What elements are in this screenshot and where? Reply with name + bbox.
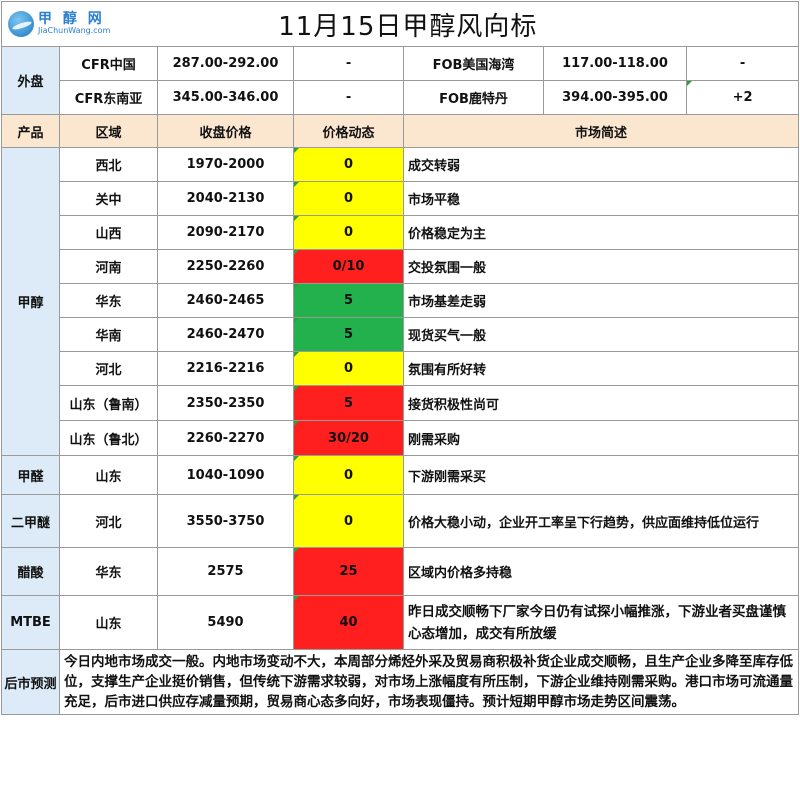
region-cell: 关中 [58, 181, 159, 216]
table-row: 山东（鲁北） 2260-2270 30/20 刚需采购 [2, 420, 800, 456]
outer-price: 287.00-292.00 [157, 46, 295, 81]
globe-icon [8, 11, 34, 37]
price-change-cell: 0 [293, 351, 405, 386]
outer-price: 394.00-395.00 [543, 80, 688, 115]
close-price-cell: 2260-2270 [157, 420, 295, 456]
region-cell: 河南 [58, 249, 159, 284]
region-cell: 华东 [58, 283, 159, 318]
close-price-cell: 3550-3750 [157, 494, 295, 548]
close-price-cell: 2460-2470 [157, 317, 295, 352]
outer-change: - [293, 46, 405, 81]
table-row: 关中 2040-2130 0 市场平稳 [2, 181, 800, 216]
market-summary-cell: 刚需采购 [403, 420, 800, 456]
close-price-cell: 2090-2170 [157, 215, 295, 250]
price-change-cell: 0 [293, 147, 405, 182]
market-summary-cell: 成交转弱 [403, 147, 800, 182]
market-summary-cell: 接货积极性尚可 [403, 385, 800, 421]
close-price-cell: 1970-2000 [157, 147, 295, 182]
close-price-cell: 2460-2465 [157, 283, 295, 318]
market-summary-cell: 区域内价格多持稳 [403, 547, 800, 596]
logo-name: 甲 醇 网 [38, 11, 105, 28]
region-cell: 山西 [58, 215, 159, 250]
outer-change: - [293, 80, 405, 115]
product-name: MTBE [1, 595, 60, 650]
table-row: 甲醛 山东 1040-1090 0 下游刚需采买 [1, 455, 800, 495]
market-summary-cell: 市场基差走弱 [403, 283, 800, 318]
market-summary-cell: 氛围有所好转 [403, 351, 800, 386]
table-row: 河南 2250-2260 0/10 交投氛围一般 [2, 249, 800, 284]
region-cell: 山东 [58, 455, 159, 495]
close-price-cell: 2575 [157, 547, 295, 596]
logo-cell: 甲 醇 网 JiaChunWang.com [0, 1, 158, 47]
price-change-cell: 0 [293, 494, 405, 548]
table-row: 山西 2090-2170 0 价格稳定为主 [2, 215, 800, 250]
region-cell: 西北 [58, 147, 159, 182]
table-row: 河北 2216-2216 0 氛围有所好转 [2, 351, 800, 386]
product-name: 二甲醚 [1, 494, 60, 548]
price-change-cell: 5 [293, 317, 405, 352]
price-change-cell: 5 [293, 385, 405, 421]
close-price-cell: 2250-2260 [157, 249, 295, 284]
outer-name: CFR中国 [58, 46, 159, 81]
region-cell: 山东（鲁北） [58, 420, 159, 456]
header-close-price: 收盘价格 [157, 114, 295, 148]
product-name: 甲醛 [1, 455, 60, 495]
outer-price: 345.00-346.00 [157, 80, 295, 115]
outer-market-label: 外盘 [1, 46, 60, 115]
price-change-cell: 0 [293, 215, 405, 250]
page-title: 11月15日甲醇风向标 [157, 1, 800, 47]
table-row: 甲醇 西北 1970-2000 0 成交转弱 [1, 147, 800, 456]
market-summary-cell: 价格稳定为主 [403, 215, 800, 250]
header-product: 产品 [1, 114, 60, 148]
outer-change: - [686, 46, 800, 81]
table-row: 山东（鲁南） 2350-2350 5 接货积极性尚可 [2, 385, 800, 421]
outer-name: FOB鹿特丹 [403, 80, 545, 115]
region-cell: 山东（鲁南） [58, 385, 159, 421]
region-cell: 河北 [58, 351, 159, 386]
market-summary-cell: 市场平稳 [403, 181, 800, 216]
table-row: 华东 2460-2465 5 市场基差走弱 [2, 283, 800, 318]
close-price-cell: 2216-2216 [157, 351, 295, 386]
close-price-cell: 2040-2130 [157, 181, 295, 216]
close-price-cell: 1040-1090 [157, 455, 295, 495]
close-price-cell: 2350-2350 [157, 385, 295, 421]
region-cell: 华南 [58, 317, 159, 352]
methanol-wind-vane-table: 甲 醇 网 JiaChunWang.com 11月15日甲醇风向标 外盘 CFR… [0, 1, 800, 715]
region-cell: 山东 [58, 595, 159, 650]
close-price-cell: 5490 [157, 595, 295, 650]
header-market-summary: 市场简述 [403, 114, 800, 148]
price-change-cell: 40 [293, 595, 405, 650]
header-price-change: 价格动态 [293, 114, 405, 148]
region-cell: 华东 [58, 547, 159, 596]
market-summary-cell: 交投氛围一般 [403, 249, 800, 284]
market-summary-cell: 下游刚需采买 [403, 455, 800, 495]
price-change-cell: 25 [293, 547, 405, 596]
region-cell: 河北 [58, 494, 159, 548]
product-name: 醋酸 [1, 547, 60, 596]
outer-name: CFR东南亚 [58, 80, 159, 115]
outer-price: 117.00-118.00 [543, 46, 688, 81]
outer-change: +2 [686, 80, 800, 115]
table-row: 醋酸 华东 2575 25 区域内价格多持稳 [1, 547, 800, 596]
price-change-cell: 0/10 [293, 249, 405, 284]
market-summary-cell: 现货买气一般 [403, 317, 800, 352]
price-change-cell: 0 [293, 455, 405, 495]
logo-site: JiaChunWang.com [38, 26, 111, 36]
outer-name: FOB美国海湾 [403, 46, 545, 81]
forecast-label: 后市预测 [1, 649, 60, 715]
market-summary-cell: 昨日成交顺畅下厂家今日仍有试探小幅推涨，下游业者买盘谨慎心态增加，成交有所放缓 [403, 595, 800, 650]
table-row: 二甲醚 河北 3550-3750 0 价格大稳小动，企业开工率呈下行趋势，供应面维持低位… [1, 494, 800, 548]
header-region: 区域 [58, 114, 159, 148]
table-row: 华南 2460-2470 5 现货买气一般 [2, 317, 800, 352]
forecast-text: 今日内地市场成交一般。内地市场变动不大，本周部分烯烃外采及贸易商积极补货企业成交… [58, 649, 800, 715]
price-change-cell: 0 [293, 181, 405, 216]
market-summary-cell: 价格大稳小动，企业开工率呈下行趋势，供应面维持低位运行 [403, 494, 800, 548]
logo: 甲 醇 网 JiaChunWang.com [3, 3, 158, 46]
product-name: 甲醇 [1, 147, 60, 456]
table-row: MTBE 山东 5490 40 昨日成交顺畅下厂家今日仍有试探小幅推涨，下游业者买盘谨慎… [1, 595, 800, 650]
price-change-cell: 5 [293, 283, 405, 318]
price-change-cell: 30/20 [293, 420, 405, 456]
